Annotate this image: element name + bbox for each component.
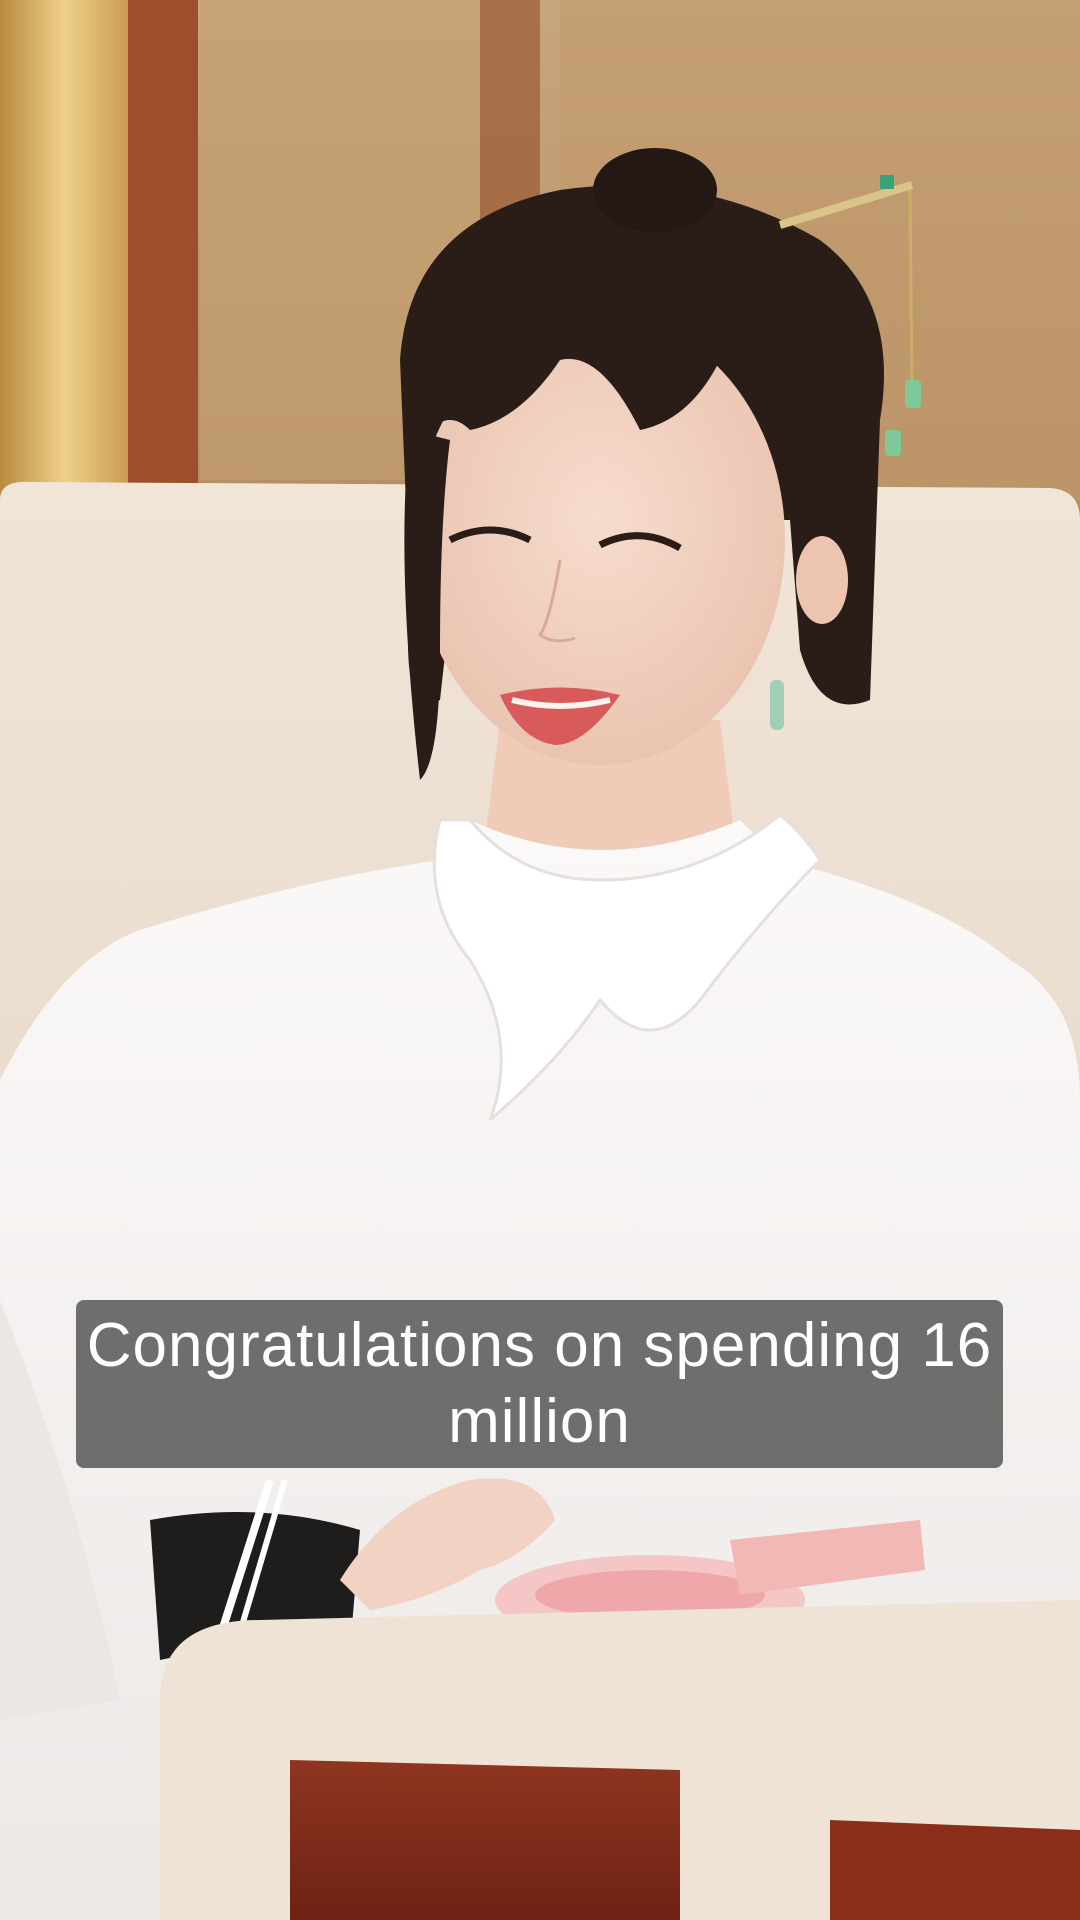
hair-bun	[593, 148, 717, 232]
subtitle-text: Congratulations on spending 16 million	[86, 1311, 993, 1456]
video-frame: Congratulations on spending 16 million	[0, 0, 1080, 1920]
earring	[770, 680, 784, 730]
subtitle-box: Congratulations on spending 16 million	[76, 1300, 1003, 1468]
gold-wall-strip	[0, 0, 130, 500]
scene-illustration	[0, 0, 1080, 1920]
wood-frame-left	[128, 0, 198, 490]
wood-armrest	[290, 1760, 680, 1920]
